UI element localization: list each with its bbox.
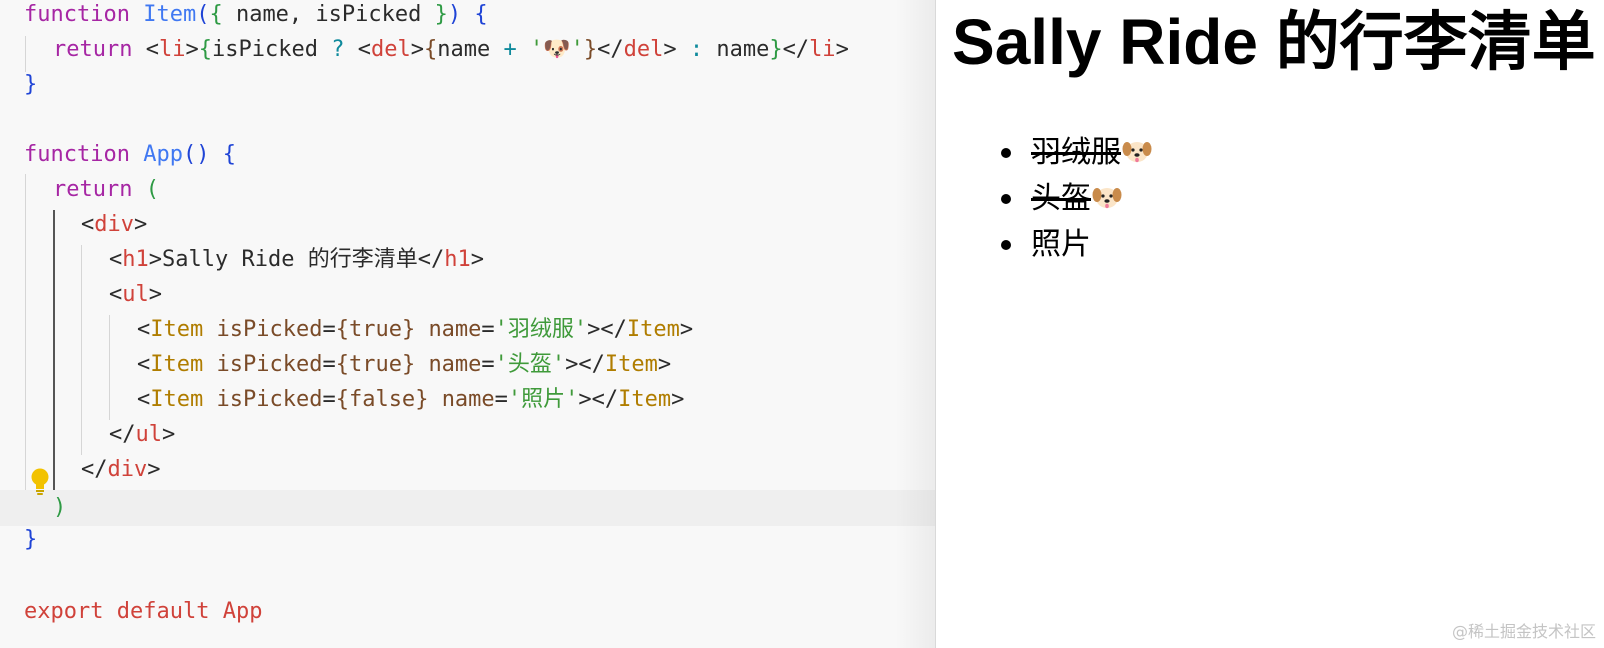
component-tag: Item [150,352,204,377]
page-title: Sally Ride 的行李清单 [952,6,1596,78]
string-literal: '头盔' [494,352,566,377]
function-name: App [143,142,183,167]
component-tag: Item [150,387,204,412]
code-line[interactable]: <Item isPicked={false} name='照片'></Item> [0,382,935,418]
picked-item: 羽绒服 [1031,136,1153,169]
dog-face-icon [1121,134,1153,164]
string-literal: '羽绒服' [494,317,588,342]
jsx-tag: ul [122,282,149,307]
keyword: default [116,599,210,624]
component-tag: Item [618,387,672,412]
code-line[interactable]: return <li>{isPicked ? <del>{name + '🐶'}… [0,32,935,68]
keyword: function [24,2,130,27]
code-line-current[interactable]: ) [0,490,935,526]
jsx-text: Sally Ride 的行李清单 [162,247,418,272]
code-line[interactable]: </ul> [0,417,935,453]
jsx-tag: del [623,37,664,62]
jsx-tag: div [94,212,134,237]
params: name, isPicked [222,2,435,27]
component-tag: Item [604,352,658,377]
export-name: App [222,599,263,624]
string-literal: '照片' [507,387,579,412]
jsx-tag: li [809,37,836,62]
keyword: return [53,177,133,202]
code-line[interactable]: <div> [0,207,935,243]
code-line[interactable]: } [0,67,935,103]
list-item: 照片 [1001,222,1153,268]
code-line[interactable]: <Item isPicked={true} name='头盔'></Item> [0,347,935,383]
keyword: return [53,37,133,62]
dog-face-icon [1091,180,1123,210]
code-line[interactable]: <Item isPicked={true} name='羽绒服'></Item> [0,312,935,348]
code-line[interactable]: <ul> [0,277,935,313]
jsx-tag: div [107,457,148,482]
list-item: 头盔 [1001,176,1153,222]
unpicked-item: 照片 [1031,228,1091,261]
function-name: Item [143,2,197,27]
code-line[interactable]: } [0,522,935,558]
jsx-attribute: isPicked [216,387,323,412]
component-tag: Item [150,317,204,342]
jsx-tag: ul [135,422,163,447]
jsx-tag: h1 [444,247,471,272]
list-item: 羽绒服 [1001,130,1153,176]
jsx-tag: h1 [122,247,149,272]
preview-pane: Sally Ride 的行李清单 羽绒服 头盔 照片 @稀土掘金技术社区 [935,0,1604,648]
code-line[interactable]: </div> [0,452,935,488]
keyword: export [24,599,104,624]
jsx-tag: li [158,37,186,62]
watermark: @稀土掘金技术社区 [1451,622,1596,641]
code-line[interactable]: function Item({ name, isPicked }) { [0,0,935,33]
code-editor[interactable]: function Item({ name, isPicked }) { retu… [0,0,935,648]
code-line[interactable]: <h1>Sally Ride 的行李清单</h1> [0,242,935,278]
packing-list: 羽绒服 头盔 照片 [1001,130,1153,268]
code-line[interactable]: return ( [0,172,935,208]
picked-item: 头盔 [1031,182,1123,215]
code-line[interactable]: function App() { [0,137,935,173]
string-literal: '🐶' [529,37,584,62]
code-line[interactable]: export default App [0,594,935,630]
lightbulb-icon[interactable] [30,466,50,498]
jsx-tag: del [370,37,411,62]
component-tag: Item [626,317,680,342]
jsx-attribute: isPicked [216,317,323,342]
jsx-attribute: isPicked [216,352,323,377]
keyword: function [24,142,130,167]
